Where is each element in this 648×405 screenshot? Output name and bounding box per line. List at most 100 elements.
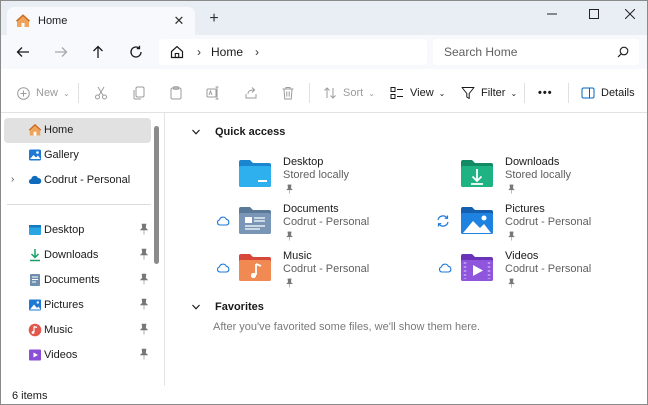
item-name: Downloads <box>505 156 560 168</box>
rename-button[interactable] <box>206 82 226 104</box>
quick-access-music[interactable]: Music Codrut - Personal <box>216 249 426 293</box>
filter-button[interactable]: Filter ⌄ <box>461 82 517 104</box>
favorites-header[interactable]: Favorites <box>191 301 264 313</box>
sidebar-item-desktop[interactable]: Desktop <box>4 218 151 243</box>
file-explorer-window: Home ✕ + › Home › Search Home New ⌄ Sort… <box>0 0 648 405</box>
close-window-button[interactable] <box>609 1 647 27</box>
quick-access-documents[interactable]: Documents Codrut - Personal <box>216 202 426 246</box>
pin-icon <box>139 323 149 335</box>
new-button[interactable]: New ⌄ <box>17 82 70 104</box>
sidebar-item-gallery[interactable]: Gallery <box>4 143 151 168</box>
pin-icon <box>139 273 149 285</box>
chevron-right-icon[interactable]: › <box>197 45 201 59</box>
search-box[interactable]: Search Home <box>433 39 639 65</box>
divider <box>568 83 569 103</box>
quick-access-desktop[interactable]: Desktop Stored locally <box>216 155 426 199</box>
videos-icon <box>29 349 41 361</box>
divider <box>78 83 79 103</box>
sidebar-item-downloads[interactable]: Downloads <box>4 243 151 268</box>
quick-access-header[interactable]: Quick access <box>191 126 285 138</box>
cloud-status-icon <box>216 263 230 273</box>
view-button[interactable]: View ⌄ <box>390 82 445 104</box>
quick-access-videos[interactable]: Videos Codrut - Personal <box>438 249 647 293</box>
quick-access-downloads[interactable]: Downloads Stored locally <box>438 155 647 199</box>
filter-icon <box>461 87 475 99</box>
details-pane-icon <box>581 87 595 99</box>
desktop-folder-icon <box>29 225 41 235</box>
sidebar-item-label: Music <box>44 324 73 336</box>
sidebar-scrollbar[interactable] <box>154 126 159 264</box>
pin-icon <box>139 223 149 235</box>
breadcrumb-home[interactable]: Home <box>211 45 243 59</box>
pin-icon <box>285 184 294 194</box>
sidebar-item-label: Gallery <box>44 149 79 161</box>
copy-button[interactable] <box>132 82 152 104</box>
cloud-status-icon <box>216 216 230 226</box>
trash-icon <box>282 87 294 100</box>
minimize-button[interactable] <box>531 1 573 27</box>
sidebar-item-label: Desktop <box>44 224 85 236</box>
delete-button[interactable] <box>281 82 301 104</box>
paste-button[interactable] <box>169 82 189 104</box>
sidebar-item-label: Codrut - Personal <box>44 174 131 186</box>
chevron-right-icon[interactable]: › <box>255 45 259 59</box>
sidebar-item-documents[interactable]: Documents <box>4 268 151 293</box>
search-icon <box>617 46 629 58</box>
forward-button[interactable] <box>51 42 71 62</box>
paste-icon <box>170 86 182 100</box>
pin-icon <box>507 278 516 288</box>
item-name: Documents <box>283 203 339 215</box>
tab-title: Home <box>38 15 68 27</box>
chevron-down-icon: ⌄ <box>510 88 518 98</box>
divider <box>524 83 525 103</box>
pin-icon <box>139 298 149 310</box>
details-button[interactable]: Details <box>581 82 635 104</box>
sidebar-item-home[interactable]: Home <box>4 118 151 143</box>
sort-button[interactable]: Sort ⌄ <box>323 82 375 104</box>
home-icon <box>16 14 30 27</box>
cut-icon <box>95 86 107 100</box>
new-tab-button[interactable]: + <box>205 10 223 28</box>
rename-icon <box>206 86 219 100</box>
sync-status-icon <box>437 215 449 227</box>
sidebar-item-music[interactable]: Music <box>4 318 151 343</box>
details-button-label: Details <box>601 87 635 99</box>
sort-icon <box>324 87 336 99</box>
filter-button-label: Filter <box>481 87 506 99</box>
item-name: Videos <box>505 250 539 262</box>
back-button[interactable] <box>13 42 33 62</box>
chevron-down-icon <box>192 129 200 135</box>
tab-home[interactable]: Home ✕ <box>7 7 195 35</box>
sidebar-item-label: Documents <box>44 274 100 286</box>
pictures-folder-icon <box>461 207 493 234</box>
refresh-icon <box>130 45 142 58</box>
sidebar-item-videos[interactable]: Videos <box>4 343 151 368</box>
share-button[interactable] <box>244 82 264 104</box>
new-button-label: New <box>36 87 59 99</box>
documents-folder-icon <box>239 207 271 234</box>
address-bar[interactable]: › Home › <box>159 39 427 65</box>
close-tab-button[interactable]: ✕ <box>171 13 187 29</box>
command-bar: New ⌄ Sort ⌄ View ⌄ Filter ⌄ ••• Details <box>1 73 647 113</box>
quick-access-pictures[interactable]: Pictures Codrut - Personal <box>437 202 647 246</box>
chevron-right-icon[interactable]: › <box>11 174 14 185</box>
close-icon <box>625 9 635 19</box>
cut-button[interactable] <box>94 82 114 104</box>
pin-icon <box>507 231 516 241</box>
share-icon <box>245 87 257 99</box>
documents-icon <box>30 274 40 286</box>
sidebar-item-onedrive[interactable]: › Codrut - Personal <box>4 168 151 193</box>
item-location: Codrut - Personal <box>283 263 370 275</box>
search-input[interactable]: Search Home <box>444 45 617 59</box>
item-location: Stored locally <box>505 169 572 181</box>
arrow-up-icon <box>93 45 103 58</box>
more-options-button[interactable]: ••• <box>538 82 553 104</box>
sidebar-item-pictures[interactable]: Pictures <box>4 293 151 318</box>
refresh-button[interactable] <box>126 42 146 62</box>
arrow-right-icon <box>55 47 68 57</box>
downloads-icon <box>30 249 40 262</box>
add-circle-icon <box>17 86 30 100</box>
desktop-folder-icon <box>239 160 271 187</box>
arrow-left-icon <box>16 47 29 57</box>
up-button[interactable] <box>88 42 108 62</box>
